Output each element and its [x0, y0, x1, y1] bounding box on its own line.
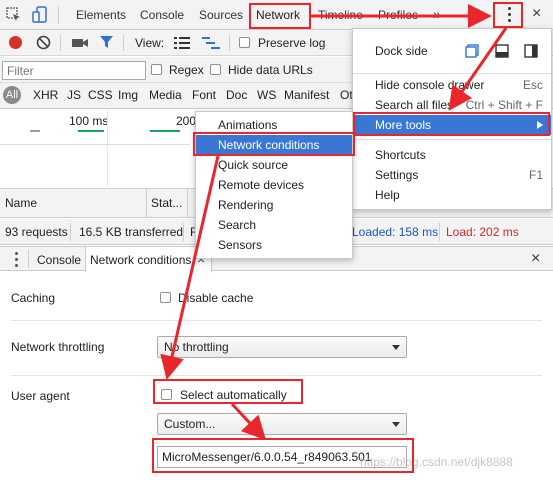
annotation-arrows: [160, 4, 508, 441]
arrow-more-tools-to-network-conditions: [353, 124, 362, 140]
arrow-select-to-input: [230, 402, 267, 441]
arrow-menu-to-more-tools: [448, 27, 508, 111]
arrow-network-conditions-to-select: [160, 155, 220, 380]
